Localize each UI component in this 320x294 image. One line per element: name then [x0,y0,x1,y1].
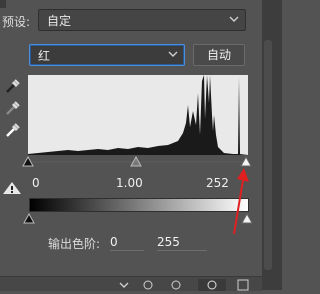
histogram-graph [28,75,248,155]
preset-label: 预设: [2,15,31,29]
red-arrow [233,168,249,235]
preset-value: 自定 [47,14,72,28]
white-eyedropper-icon[interactable] [4,121,22,139]
histogram [28,75,248,155]
output-black-handle[interactable] [23,213,35,225]
clipping-warning-icon[interactable] [2,181,22,195]
scrollbar-thumb[interactable] [264,40,272,270]
output-levels-label: 输出色阶: [48,237,101,251]
output-white-value[interactable]: 255 [157,235,207,251]
gray-eyedropper-icon[interactable] [4,99,22,117]
auto-button[interactable]: 自动 [193,44,245,66]
chevron-down-icon [168,51,178,57]
preset-dropdown[interactable]: 自定 [38,9,246,31]
input-black-handle[interactable] [22,156,34,168]
input-gamma-value[interactable]: 1.00 [116,176,143,192]
output-black-value[interactable]: 0 [110,235,144,251]
chevron-down-icon [229,16,239,22]
toolbar-icons [119,279,249,291]
input-black-value[interactable]: 0 [32,176,40,192]
input-gray-handle[interactable] [130,156,142,168]
channel-value: 红 [38,49,51,63]
bottom-toolbar [0,276,262,291]
scrollbar[interactable] [262,0,282,290]
panel-edge [0,0,6,8]
black-eyedropper-icon[interactable] [4,77,22,95]
output-gradient [29,198,249,212]
channel-dropdown[interactable]: 红 [29,44,185,66]
